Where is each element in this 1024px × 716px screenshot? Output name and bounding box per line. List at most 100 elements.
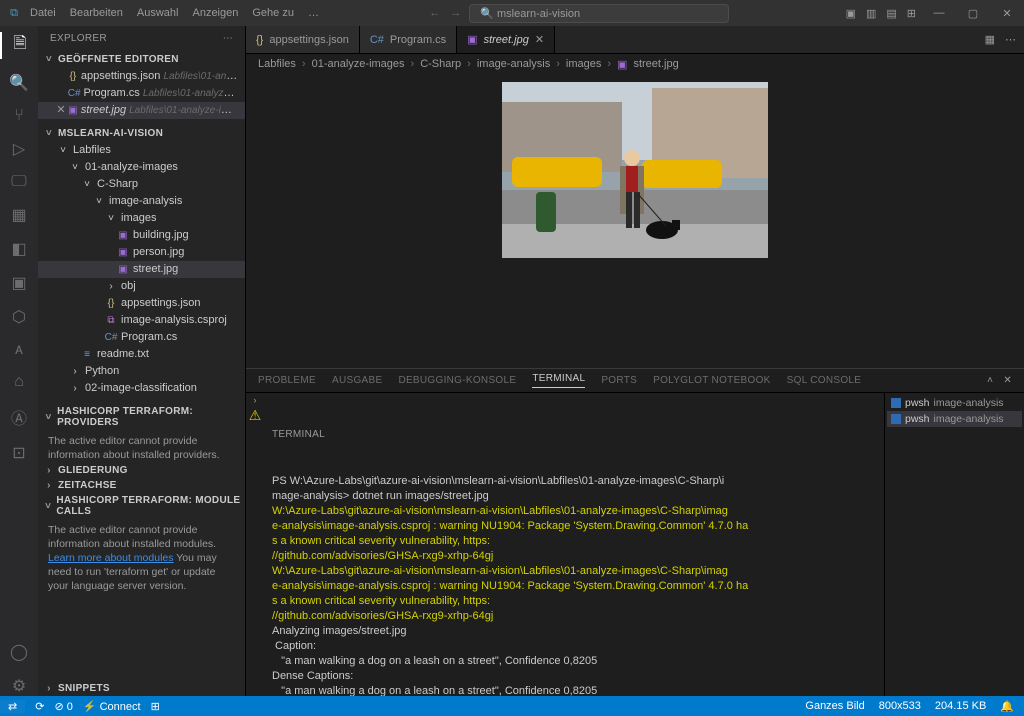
activity-run-debug-icon[interactable]: ▷ <box>0 139 38 159</box>
activity-account-icon[interactable]: ◯ <box>0 642 38 662</box>
activity-remote-icon[interactable]: 🖵 <box>0 173 38 191</box>
status-image-mode[interactable]: Ganzes Bild <box>805 700 864 713</box>
terminal-line: Caption: <box>272 639 876 654</box>
panel-tab-polyglot[interactable]: POLYGLOT NOTEBOOK <box>653 375 771 386</box>
terminal-line: "a man walking a dog on a leash on a str… <box>272 654 876 669</box>
image-preview[interactable] <box>246 74 1024 368</box>
folder-item[interactable]: ˅01-analyze-images <box>38 159 245 176</box>
folder-item[interactable]: ˅C-Sharp <box>38 176 245 193</box>
panel-tab-terminal[interactable]: TERMINAL <box>532 373 585 388</box>
open-editors-section[interactable]: ˅ GEÖFFNETE EDITOREN <box>38 52 245 67</box>
terminal-instance[interactable]: pwsh image-analysis <box>887 395 1022 411</box>
menu-edit[interactable]: Bearbeiten <box>70 7 123 19</box>
breadcrumb-item[interactable]: image-analysis <box>477 58 550 70</box>
tree-label: C-Sharp <box>97 176 138 193</box>
outline-section[interactable]: ›GLIEDERUNG <box>38 463 245 478</box>
chevron-right-icon[interactable]: › <box>254 395 257 405</box>
file-item[interactable]: C#Program.cs <box>38 329 245 346</box>
chevron-icon: ˅ <box>104 210 118 227</box>
layout-panel-bottom-icon[interactable]: ▥ <box>866 7 876 20</box>
editor-tab-active[interactable]: ▣ street.jpg ✕ <box>457 26 555 53</box>
menu-selection[interactable]: Auswahl <box>137 7 179 19</box>
snippets-section[interactable]: ›SNIPPETS <box>38 681 245 696</box>
json-file-icon: {} <box>256 34 263 46</box>
file-item[interactable]: ▣person.jpg <box>38 244 245 261</box>
learn-more-modules-link[interactable]: Learn more about modules <box>48 552 174 564</box>
folder-item[interactable]: ˅images <box>38 210 245 227</box>
nav-forward-icon[interactable]: → <box>450 7 461 19</box>
terraform-modules-section[interactable]: ˅HASHICORP TERRAFORM: MODULE CALLS <box>38 493 245 519</box>
activity-search-icon[interactable]: 🔍 <box>0 73 38 93</box>
layout-panel-right-icon[interactable]: ▤ <box>886 7 896 20</box>
breadcrumb-item[interactable]: street.jpg <box>633 58 678 70</box>
activity-more-3-icon[interactable]: Ⓐ <box>0 405 38 429</box>
close-icon[interactable]: ✕ <box>56 102 66 119</box>
file-item[interactable]: ▣street.jpg <box>38 261 245 278</box>
panel-tab-ports[interactable]: PORTS <box>601 375 637 386</box>
panel-tab-debug-console[interactable]: DEBUGGING-KONSOLE <box>398 375 516 386</box>
editor-tab[interactable]: C# Program.cs <box>360 26 457 53</box>
panel-close-icon[interactable]: ✕ <box>1003 375 1012 386</box>
status-sync-icon[interactable]: ⟳ <box>35 700 44 713</box>
panel-tab-output[interactable]: AUSGABE <box>332 375 382 386</box>
breadcrumb-bar[interactable]: Labfiles› 01-analyze-images› C-Sharp› im… <box>246 54 1024 74</box>
breadcrumb-item[interactable]: Labfiles <box>258 58 296 70</box>
activity-explorer-icon[interactable]: 🗎 <box>0 32 38 59</box>
window-minimize-button[interactable]: — <box>922 7 956 19</box>
panel-tab-problems[interactable]: PROBLEME <box>258 375 316 386</box>
folder-item[interactable]: ›Python <box>38 363 245 380</box>
status-ports-icon[interactable]: ⊞ <box>151 700 160 713</box>
activity-extensions-icon[interactable]: ▦ <box>0 205 38 225</box>
folder-item[interactable]: ˅Labfiles <box>38 142 245 159</box>
layout-panel-left-icon[interactable]: ▣ <box>846 7 856 20</box>
open-editor-item-active[interactable]: ✕ ▣ street.jpg Labfiles\01-analyze-image… <box>38 102 245 119</box>
nav-back-icon[interactable]: ← <box>429 7 440 19</box>
menu-file[interactable]: Datei <box>30 7 56 19</box>
file-item[interactable]: {}appsettings.json <box>38 295 245 312</box>
close-icon[interactable]: ✕ <box>535 33 544 46</box>
terminal-instance-active[interactable]: pwsh image-analysis <box>887 411 1022 427</box>
status-connect[interactable]: ⚡ Connect <box>83 700 141 713</box>
timeline-section[interactable]: ›ZEITACHSE <box>38 478 245 493</box>
menu-go[interactable]: Gehe zu <box>252 7 294 19</box>
file-item[interactable]: ⧉image-analysis.csproj <box>38 312 245 329</box>
window-close-button[interactable]: ✕ <box>990 7 1024 20</box>
breadcrumb-item[interactable]: images <box>566 58 601 70</box>
breadcrumb-item[interactable]: C-Sharp <box>420 58 461 70</box>
activity-settings-icon[interactable]: ⚙ <box>0 676 38 696</box>
activity-more-4-icon[interactable]: ⊡ <box>0 443 38 463</box>
open-editor-item[interactable]: {} appsettings.json Labfiles\01-analyze-… <box>38 68 245 85</box>
activity-terraform-icon[interactable]: ◧ <box>0 239 38 259</box>
status-notifications-icon[interactable]: 🔔 <box>1000 700 1014 713</box>
file-item[interactable]: ▣building.jpg <box>38 227 245 244</box>
activity-azure-icon[interactable]: ᴀ <box>0 341 38 359</box>
layout-customize-icon[interactable]: ⊞ <box>907 7 916 20</box>
editor-more-icon[interactable]: ▦ <box>985 33 995 46</box>
editor-tab[interactable]: {} appsettings.json <box>246 26 360 53</box>
menu-view[interactable]: Anzeigen <box>192 7 238 19</box>
folder-item[interactable]: ›02-image-classification <box>38 380 245 397</box>
terraform-providers-section[interactable]: ˅ HASHICORP TERRAFORM: PROVIDERS <box>38 404 245 430</box>
activity-more-1-icon[interactable]: ⬡ <box>0 307 38 327</box>
editor-overflow-icon[interactable]: ⋯ <box>1005 33 1016 46</box>
terminal-content[interactable]: TERMINAL PS W:\Azure-Labs\git\azure-ai-v… <box>264 393 884 696</box>
menu-more[interactable]: … <box>308 7 319 19</box>
window-maximize-button[interactable]: ▢ <box>956 7 990 20</box>
command-center-search[interactable]: 🔍 mslearn-ai-vision <box>469 4 729 23</box>
breadcrumb-item[interactable]: 01-analyze-images <box>312 58 405 70</box>
folder-item[interactable]: ˅image-analysis <box>38 193 245 210</box>
activity-docker-icon[interactable]: ▣ <box>0 273 38 293</box>
vscode-logo-icon: ⧉ <box>0 7 28 20</box>
panel-tab-sql[interactable]: SQL CONSOLE <box>787 375 862 386</box>
status-remote-indicator[interactable]: ⇄ <box>0 700 25 713</box>
open-editor-item[interactable]: C# Program.cs Labfiles\01-analyze-images… <box>38 85 245 102</box>
tree-label: obj <box>121 278 136 295</box>
file-item[interactable]: ≡readme.txt <box>38 346 245 363</box>
folder-item[interactable]: ›obj <box>38 278 245 295</box>
explorer-more-icon[interactable]: ⋯ <box>223 33 233 44</box>
panel-maximize-icon[interactable]: ˄ <box>987 375 993 386</box>
status-errors[interactable]: ⊘ 0 <box>54 700 72 713</box>
activity-more-2-icon[interactable]: ⌂ <box>0 373 38 391</box>
workspace-section[interactable]: ˅ MSLEARN-AI-VISION <box>38 126 245 141</box>
activity-source-control-icon[interactable]: ⑂ <box>0 107 38 125</box>
